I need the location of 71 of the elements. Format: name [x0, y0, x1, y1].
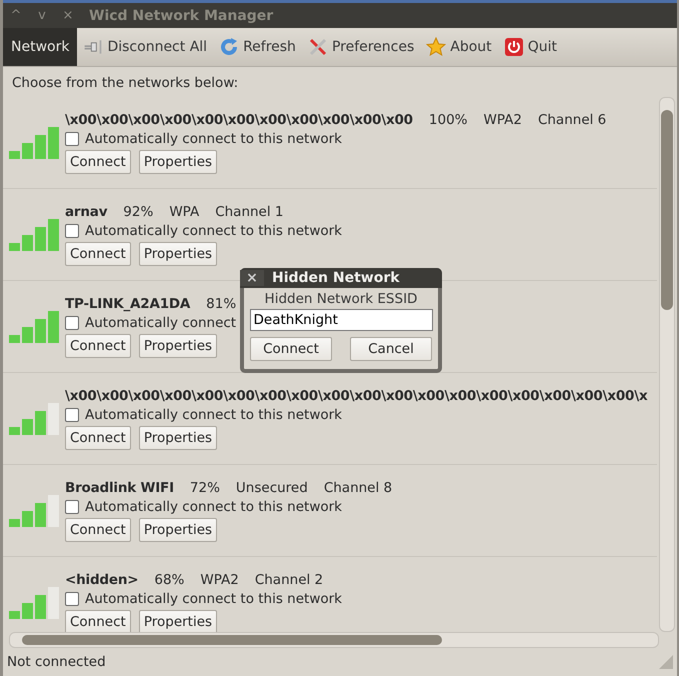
- network-name: \x00\x00\x00\x00\x00\x00\x00\x00\x00\x00\x00\x00\x00\x00\x00\x00\x00\x00\x: [65, 388, 648, 404]
- properties-button[interactable]: Properties: [138, 426, 218, 450]
- network-detail: Channel 1: [215, 204, 284, 220]
- network-detail: Channel 6: [538, 112, 606, 128]
- checkbox-label: Automatically connect to this network: [85, 590, 342, 606]
- checkbox-label: Automatically connect to this network: [85, 222, 342, 238]
- checkbox[interactable]: [65, 408, 79, 422]
- network-detail: 68%: [154, 572, 184, 588]
- connect-button[interactable]: Connect: [65, 150, 131, 174]
- network-detail: 72%: [190, 480, 220, 496]
- connect-button[interactable]: Connect: [65, 242, 131, 266]
- checkbox[interactable]: [65, 224, 79, 238]
- status-text: Not connected: [7, 654, 106, 670]
- network-name: TP-LINK_A2A1DA: [65, 296, 190, 312]
- checkbox-label: Automatically connect to this network: [85, 406, 342, 422]
- network-name: <hidden>: [65, 572, 138, 588]
- toolbar-button[interactable]: About: [420, 28, 498, 66]
- close-button[interactable]: ×: [240, 270, 264, 286]
- network-detail: WPA: [169, 204, 200, 220]
- toolbar-button[interactable]: Quit: [498, 28, 563, 66]
- signal-strength-icon: [9, 402, 61, 434]
- properties-button[interactable]: Properties: [138, 150, 218, 174]
- prompt-text: Choose from the networks below:: [11, 74, 240, 93]
- dialog-title: Hidden Network: [272, 270, 400, 286]
- power-icon: [504, 37, 524, 57]
- signal-strength-icon: [9, 218, 61, 250]
- properties-button[interactable]: Properties: [138, 242, 218, 266]
- network-detail: 81%: [206, 296, 236, 312]
- tools-icon: [308, 37, 328, 57]
- toolbar-button[interactable]: Disconnect All: [77, 28, 214, 66]
- network-detail: Channel 8: [324, 480, 392, 496]
- properties-button[interactable]: Properties: [138, 610, 218, 632]
- signal-strength-icon: [9, 586, 61, 618]
- toolbar-button[interactable]: Refresh: [213, 28, 302, 66]
- checkbox-label: Automatically connect to this network: [85, 130, 342, 146]
- properties-button[interactable]: Properties: [138, 334, 218, 358]
- vertical-scrollbar[interactable]: [659, 97, 675, 632]
- network-detail: 92%: [123, 204, 154, 220]
- horizontal-scrollbar[interactable]: [9, 632, 659, 648]
- checkbox-label: Automatically connect: [85, 314, 236, 330]
- connect-button[interactable]: Connect: [65, 426, 131, 450]
- cancel-button[interactable]: Cancel: [350, 337, 432, 361]
- network-name: \x00\x00\x00\x00\x00\x00\x00\x00\x00\x00\x00: [65, 112, 413, 128]
- connect-button[interactable]: Connect: [65, 610, 131, 632]
- network-name: arnav: [65, 204, 108, 220]
- checkbox[interactable]: [65, 592, 79, 606]
- network-detail: 100%: [428, 112, 468, 128]
- connect-button[interactable]: Connect: [250, 337, 332, 361]
- toolbar-button[interactable]: Preferences: [302, 28, 420, 66]
- signal-strength-icon: [9, 310, 61, 342]
- toolbar-button[interactable]: Network: [3, 28, 78, 66]
- essid-input-field[interactable]: DeathKnight: [250, 309, 432, 331]
- network-name: Broadlink WIFI: [65, 480, 174, 496]
- window-title: Wicd Network Manager: [89, 8, 274, 24]
- resize-grip-icon[interactable]: [659, 655, 673, 669]
- checkbox-label: Automatically connect to this network: [85, 498, 342, 514]
- network-detail: WPA2: [484, 112, 522, 128]
- network-detail: Unsecured: [236, 480, 308, 496]
- refresh-icon: [219, 37, 240, 57]
- network-detail: Channel 2: [254, 572, 324, 588]
- connect-button[interactable]: Connect: [65, 518, 131, 542]
- properties-button[interactable]: Properties: [138, 518, 218, 542]
- checkbox[interactable]: [65, 132, 79, 146]
- checkbox[interactable]: [65, 316, 79, 330]
- star-icon: [426, 37, 446, 57]
- checkbox[interactable]: [65, 500, 79, 514]
- signal-strength-icon: [9, 126, 61, 158]
- connect-button[interactable]: Connect: [65, 334, 131, 358]
- network-detail: WPA2: [200, 572, 239, 588]
- field-label: Hidden Network ESSID: [264, 291, 418, 307]
- signal-strength-icon: [9, 494, 61, 526]
